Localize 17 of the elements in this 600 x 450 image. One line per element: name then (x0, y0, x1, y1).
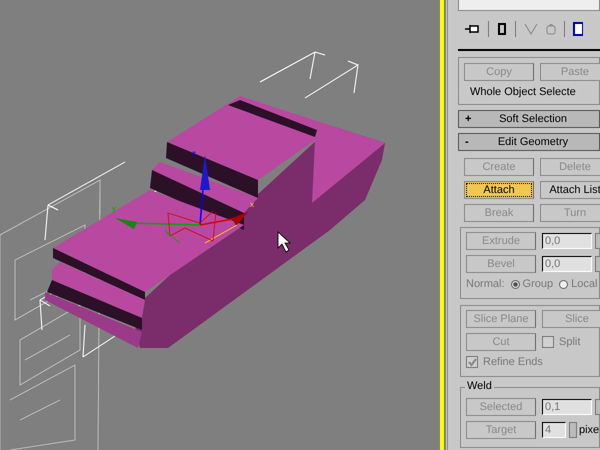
selection-status: Whole Object Selecte (469, 86, 577, 98)
checkmark-icon (468, 358, 476, 366)
rollout-header[interactable]: + Soft Selection (458, 110, 600, 128)
funnel-icon[interactable] (524, 23, 538, 35)
axis-label: x (250, 200, 254, 209)
window-icon[interactable] (573, 22, 583, 36)
unit-label: pixe (579, 424, 600, 436)
object-name-field[interactable] (458, 0, 600, 11)
spinner-icon[interactable] (569, 422, 577, 438)
panel-button[interactable]: Attach (464, 181, 534, 199)
stack-modifier-icon[interactable] (497, 22, 507, 36)
normal-label: Normal: (466, 278, 505, 290)
axis-label: y (112, 204, 116, 213)
mouse-cursor-icon (278, 231, 292, 253)
pin-icon[interactable] (464, 23, 480, 35)
rollout-header[interactable]: - Edit Geometry (458, 133, 600, 151)
group-title: Weld (465, 380, 494, 392)
